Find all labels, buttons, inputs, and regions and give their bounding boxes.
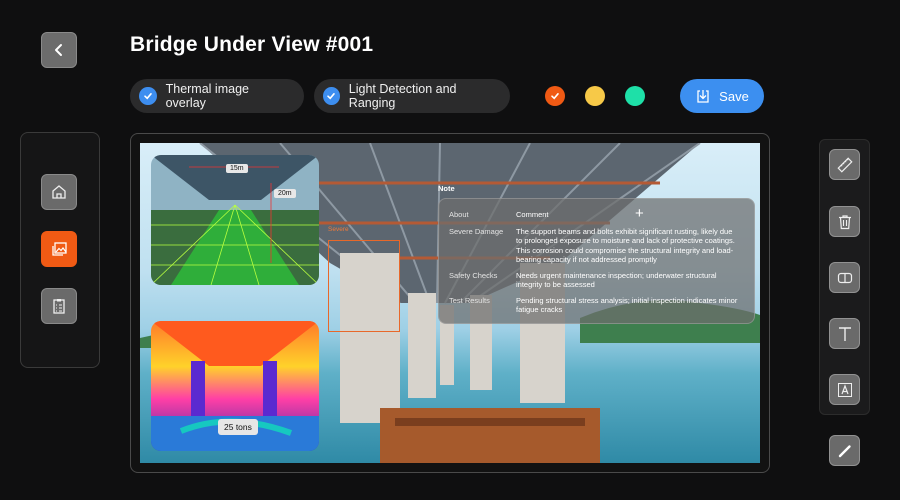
left-sidebar [20, 132, 100, 368]
sidebar-item-reports[interactable] [41, 288, 77, 324]
annotation-tag: Severe [328, 226, 349, 233]
check-icon [551, 93, 559, 100]
note-header-value: Comment [516, 210, 549, 219]
note-row-key: Safety Checks [449, 271, 498, 280]
trash-icon [838, 214, 851, 229]
back-button[interactable] [41, 32, 77, 68]
add-note-icon[interactable]: + [635, 205, 644, 222]
sidebar-item-gallery[interactable] [41, 231, 77, 267]
text-icon [838, 326, 851, 341]
text-tool-button[interactable] [829, 318, 860, 349]
note-row-key: Test Results [449, 296, 490, 305]
save-label: Save [719, 88, 749, 104]
ruler-icon [836, 156, 853, 173]
tools-panel [819, 139, 870, 415]
page-title: Bridge Under View #001 [130, 33, 374, 56]
lidar-width-label: 15m [226, 164, 248, 173]
compare-tool-button[interactable] [829, 262, 860, 293]
note-title: Note [438, 184, 455, 193]
lidar-label: Light Detection and Ranging [348, 82, 457, 110]
note-row-value: Needs urgent maintenance inspection; und… [516, 271, 717, 290]
note-row-key: Severe Damage [449, 227, 504, 236]
home-icon [52, 185, 66, 199]
compare-icon [837, 272, 852, 283]
check-icon [323, 87, 340, 105]
chevron-left-icon [55, 44, 62, 56]
clipboard-list-icon [53, 299, 65, 314]
lidar-thumbnail[interactable] [151, 155, 319, 285]
color-swatch-yellow[interactable] [585, 86, 605, 106]
pencil-icon [838, 444, 851, 457]
draw-tool-button[interactable] [829, 435, 860, 466]
text-box-icon [837, 382, 852, 397]
thermal-load-label: 25 tons [218, 419, 258, 435]
lidar-toggle[interactable]: Light Detection and Ranging [314, 79, 510, 113]
color-swatch-orange[interactable] [545, 86, 565, 106]
note-panel: About Comment + Severe Damage The suppor… [438, 198, 755, 324]
color-swatch-teal[interactable] [625, 86, 645, 106]
thermal-overlay-toggle[interactable]: Thermal image overlay [130, 79, 304, 113]
image-gallery-icon [52, 242, 67, 256]
lidar-height-label: 20m [274, 189, 296, 198]
check-icon [139, 87, 157, 105]
text-box-tool-button[interactable] [829, 374, 860, 405]
damage-annotation-box[interactable] [328, 240, 400, 332]
note-header-key: About [449, 210, 469, 219]
thermal-overlay-label: Thermal image overlay [165, 82, 249, 110]
save-button[interactable]: Save [680, 79, 764, 113]
ruler-tool-button[interactable] [829, 149, 860, 180]
delete-tool-button[interactable] [829, 206, 860, 237]
note-row-value: The support beams and bolts exhibit sign… [516, 227, 735, 264]
sidebar-item-home[interactable] [41, 174, 77, 210]
download-icon [697, 90, 709, 103]
note-row-value: Pending structural stress analysis; init… [516, 296, 738, 315]
